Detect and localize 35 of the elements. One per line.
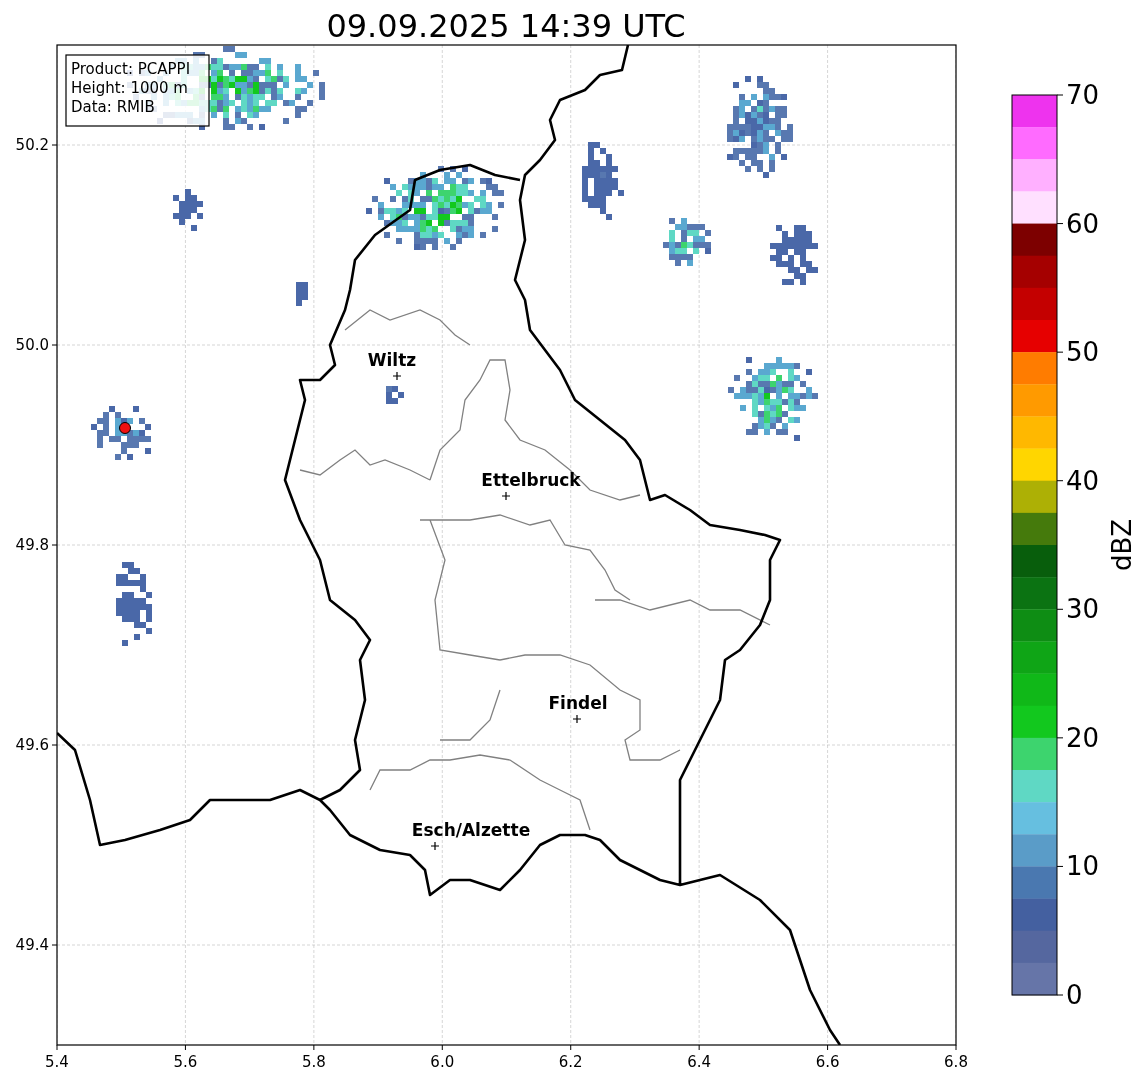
city-label: Esch/Alzette [411,820,531,840]
colorbar-tick-label: 20 [1066,722,1100,753]
axis-tick-label: 6.4 [687,1053,712,1071]
colorbar-tick-label: 70 [1066,80,1100,110]
axis-tick-label: 5.8 [301,1053,326,1071]
city-marker-icon [501,491,511,501]
info-text: Data: RMIB [71,98,155,116]
info-text: Product: PCAPPI [71,60,191,78]
colorbar-tick-label: 50 [1066,337,1100,368]
axis-tick-label: 49.6 [15,736,49,754]
colorbar-tick-label: 0 [1066,980,1083,1010]
colorbar-tick-label: 10 [1066,851,1100,882]
colorbar-tick-label: 40 [1066,465,1100,496]
city-marker-icon [430,841,440,851]
axis-tick-label: 49.4 [15,936,49,954]
colorbar-tick-label: 60 [1066,208,1100,239]
axis-tick-label: 5.6 [173,1053,198,1071]
city-label: Findel [548,693,608,713]
info-text: Height: 1000 m [71,79,188,97]
chart-title: 09.09.2025 14:39 UTC [326,7,686,45]
axis-tick-label: 6.6 [815,1053,840,1071]
axis-tick-label: 6.2 [558,1053,583,1071]
city-marker-icon [392,371,402,381]
axis-tick-label: 49.8 [15,536,49,554]
axis-tick-label: 6.0 [430,1053,455,1071]
axis-tick-label: 50.2 [15,136,49,154]
city-label: Wiltz [367,350,417,370]
axis-tick-label: 6.8 [944,1053,968,1071]
colorbar-tick-label: 30 [1066,594,1100,625]
radar-site-marker [119,422,131,434]
axis-tick-label: 5.4 [45,1053,69,1071]
axis-tick-label: 50.0 [15,336,49,354]
city-label: Ettelbruck [481,470,581,490]
colorbar-label: dBZ [1107,518,1137,572]
city-marker-icon [572,714,582,724]
